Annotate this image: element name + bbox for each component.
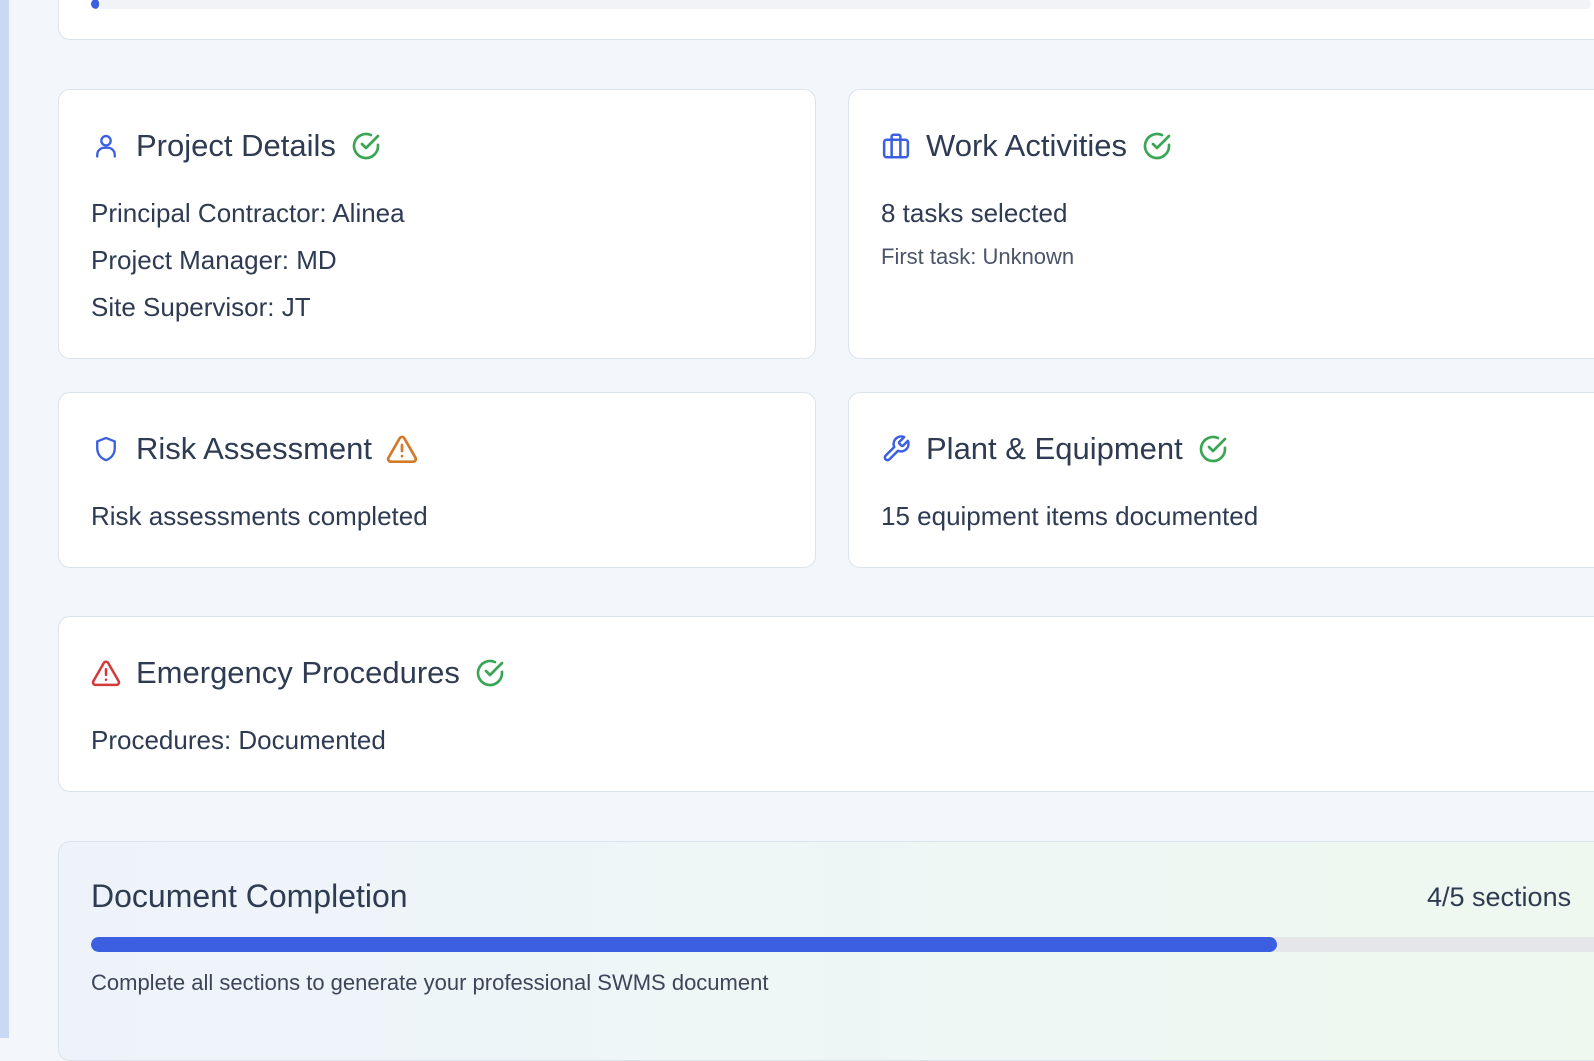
wrench-icon xyxy=(881,434,911,464)
work-activities-card[interactable]: Work Activities 8 tasks selected First t… xyxy=(848,89,1594,359)
check-circle-icon xyxy=(1197,433,1229,465)
alert-triangle-icon xyxy=(91,658,121,688)
section-title: Emergency Procedures xyxy=(136,655,460,690)
work-activities-header: Work Activities xyxy=(881,128,1173,164)
emergency-procedures-header: Emergency Procedures xyxy=(91,655,506,691)
tasks-selected-text: 8 tasks selected xyxy=(881,198,1068,228)
completion-title: Document Completion xyxy=(91,878,408,914)
document-completion-card: Document Completion 4/5 sections Complet… xyxy=(58,841,1594,1061)
completion-note: Complete all sections to generate your p… xyxy=(91,970,769,995)
section-title: Plant & Equipment xyxy=(926,431,1183,466)
first-task-text: First task: Unknown xyxy=(881,244,1075,269)
shield-icon xyxy=(91,434,121,464)
project-manager-text: Project Manager: MD xyxy=(91,245,337,275)
principal-contractor-text: Principal Contractor: Alinea xyxy=(91,198,405,228)
risk-summary-text: Risk assessments completed xyxy=(91,501,428,531)
plant-equipment-card[interactable]: Plant & Equipment 15 equipment items doc… xyxy=(848,392,1594,568)
plant-equipment-header: Plant & Equipment xyxy=(881,431,1229,467)
emergency-procedures-card[interactable]: Emergency Procedures Procedures: Documen… xyxy=(58,616,1594,792)
project-details-card[interactable]: Project Details Principal Contractor: Al… xyxy=(58,89,816,359)
user-icon xyxy=(91,131,121,161)
risk-assessment-header: Risk Assessment xyxy=(91,431,418,467)
project-details-header: Project Details xyxy=(91,128,382,164)
check-circle-icon xyxy=(350,130,382,162)
top-progress-card xyxy=(58,0,1594,40)
section-title: Work Activities xyxy=(926,128,1127,163)
risk-assessment-card[interactable]: Risk Assessment Risk assessments complet… xyxy=(58,392,816,568)
completion-progress-track xyxy=(91,937,1594,952)
section-title: Risk Assessment xyxy=(136,431,373,466)
briefcase-icon xyxy=(881,131,911,161)
top-progress-fill xyxy=(91,0,99,9)
completion-progress-fill xyxy=(91,937,1277,952)
completion-count: 4/5 sections xyxy=(1427,882,1572,912)
site-supervisor-text: Site Supervisor: JT xyxy=(91,292,311,322)
check-circle-icon xyxy=(474,657,506,689)
left-accent-rail xyxy=(0,0,9,1038)
top-progress-track xyxy=(91,0,1591,9)
warning-triangle-icon xyxy=(386,433,418,465)
procedures-summary-text: Procedures: Documented xyxy=(91,725,386,755)
check-circle-icon xyxy=(1141,130,1173,162)
equipment-summary-text: 15 equipment items documented xyxy=(881,501,1259,531)
section-title: Project Details xyxy=(136,128,336,163)
